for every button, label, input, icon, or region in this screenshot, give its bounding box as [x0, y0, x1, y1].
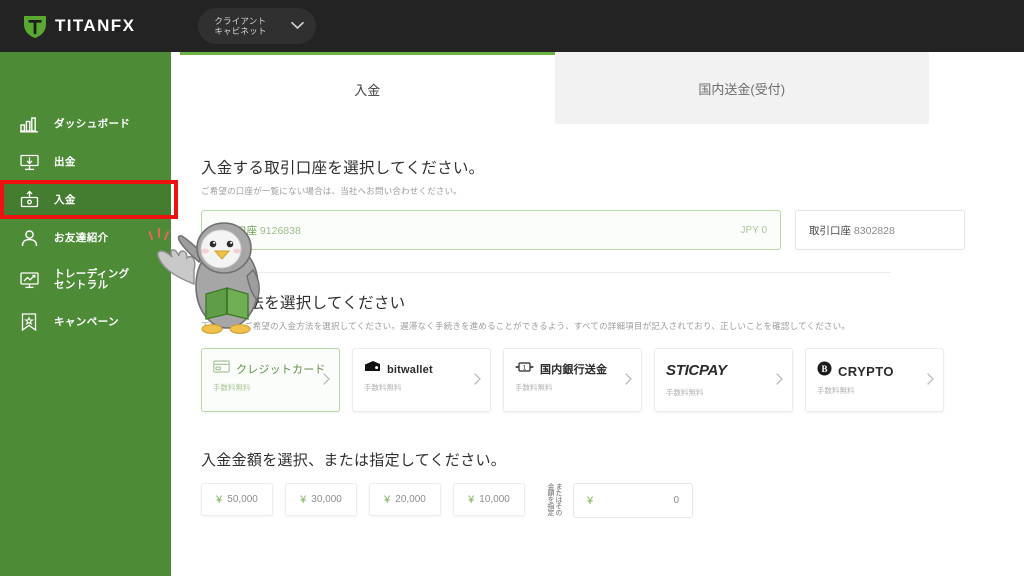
- chevron-right-icon: [927, 373, 934, 388]
- payment-method-name: クレジットカード: [236, 364, 326, 376]
- account-section-title: 入金する取引口座を選択してください。: [201, 160, 485, 177]
- account-card-9126838[interactable]: 取引口座 9126838 JPY 0: [201, 210, 781, 250]
- account-card-row: 取引口座 9126838 JPY 0 取引口座 8302828: [201, 210, 1024, 250]
- sidebar-nav: ダッシュボード 出金 入金 お友達紹介 トレーディング セントラル キャンペーン: [0, 52, 171, 576]
- withdraw-monitor-icon: [17, 151, 41, 173]
- amount-preset-10000[interactable]: ¥ 10,000: [453, 483, 525, 516]
- payment-method-name: bitwallet: [387, 363, 433, 376]
- payment-method-fee: 手数料無料: [666, 388, 704, 397]
- payment-method-credit-card[interactable]: クレジットカード 手数料無料: [201, 348, 340, 412]
- amount-preset-50000[interactable]: ¥ 50,000: [201, 483, 273, 516]
- account-card-8302828[interactable]: 取引口座 8302828: [795, 210, 965, 250]
- bank-transfer-icon: 1: [515, 360, 534, 378]
- amount-preset-label: 10,000: [479, 494, 510, 505]
- chevron-right-icon: [323, 373, 330, 388]
- sidebar-item-campaign[interactable]: キャンペーン: [0, 303, 171, 341]
- top-header: TITANFX クライアント キャビネット: [0, 0, 1024, 52]
- yen-symbol: ¥: [587, 494, 594, 507]
- amount-section: 入金金額を選択、または指定してください。 ¥ 50,000 ¥ 30,000 ¥…: [171, 449, 1024, 519]
- amount-or-label: またはその金額を指定: [547, 483, 562, 516]
- account-section-subtitle: ご希望の口座が一覧にない場合は、当社へお問い合わせください。: [201, 186, 463, 196]
- sidebar-item-label: キャンペーン: [54, 315, 119, 328]
- payment-method-bitwallet[interactable]: bitwallet 手数料無料: [352, 348, 491, 412]
- sidebar-item-label: トレーディング セントラル: [54, 268, 130, 291]
- titan-shield-logo-icon: [22, 13, 48, 39]
- amount-preset-label: 20,000: [395, 494, 426, 505]
- client-cabinet-dropdown[interactable]: クライアント キャビネット: [198, 8, 317, 44]
- amount-row: ¥ 50,000 ¥ 30,000 ¥ 20,000 ¥ 10,000 またはそ…: [201, 483, 1024, 519]
- deposit-box-icon: [17, 189, 41, 211]
- sidebar-item-label: 出金: [54, 155, 76, 168]
- amount-preset-label: 50,000: [227, 494, 258, 505]
- sidebar-item-label: ダッシュボード: [54, 117, 131, 130]
- yen-symbol: ¥: [300, 493, 307, 506]
- payment-method-name: STICPAY: [666, 362, 727, 379]
- method-section: 入金方法を選択してください 下記より、ご希望の入金方法を選択してください。遅滞な…: [171, 291, 1024, 412]
- method-section-subtitle: 下記より、ご希望の入金方法を選択してください。遅滞なく手続きを進めることができる…: [201, 321, 851, 331]
- trading-monitor-icon: [17, 269, 41, 291]
- payment-method-name: 国内銀行送金: [540, 364, 608, 376]
- custom-amount-value: 0: [673, 495, 679, 506]
- bookmark-star-icon: [17, 311, 41, 333]
- payment-method-row: クレジットカード 手数料無料 bitwallet 手数料無料 1 国内銀行送金 …: [201, 348, 1024, 412]
- yen-symbol: ¥: [384, 493, 391, 506]
- bitcoin-icon: B: [817, 361, 832, 381]
- chevron-down-icon: [291, 17, 305, 35]
- payment-method-fee: 手数料無料: [213, 383, 251, 392]
- payment-method-name: CRYPTO: [838, 363, 894, 379]
- click-sparkle-icon: [148, 226, 172, 251]
- payment-method-fee: 手数料無料: [817, 386, 855, 395]
- payment-method-fee: 手数料無料: [364, 383, 402, 392]
- brand-logo[interactable]: TITANFX: [22, 13, 135, 39]
- payment-method-bank-transfer[interactable]: 1 国内銀行送金 手数料無料: [503, 348, 642, 412]
- custom-amount-input[interactable]: ¥ 0: [573, 483, 693, 518]
- deposit-tabs: 入金 国内送金(受付): [180, 52, 929, 124]
- amount-section-title: 入金金額を選択、または指定してください。: [201, 452, 507, 469]
- tab-domestic-transfer[interactable]: 国内送金(受付): [554, 52, 929, 124]
- svg-text:1: 1: [523, 365, 527, 371]
- yen-symbol: ¥: [216, 493, 223, 506]
- account-balance: JPY 0: [740, 224, 768, 236]
- sidebar-item-dashboard[interactable]: ダッシュボード: [0, 105, 171, 143]
- amount-preset-30000[interactable]: ¥ 30,000: [285, 483, 357, 516]
- brand-name: TITANFX: [55, 16, 136, 35]
- amount-preset-20000[interactable]: ¥ 20,000: [369, 483, 441, 516]
- sidebar-item-deposit[interactable]: 入金: [0, 181, 171, 219]
- client-cabinet-label: クライアント キャビネット: [214, 16, 267, 36]
- account-card-label: 取引口座 8302828: [809, 224, 895, 237]
- payment-method-sticpay[interactable]: STICPAY 手数料無料: [654, 348, 793, 412]
- svg-text:B: B: [821, 364, 827, 374]
- chevron-right-icon: [474, 373, 481, 388]
- method-section-title: 入金方法を選択してください: [201, 295, 406, 312]
- app-screen: TITANFX クライアント キャビネット ダッシュボード 出金 入金 お友達紹…: [0, 0, 1024, 576]
- sidebar-item-label: お友達紹介: [54, 231, 109, 244]
- tab-label: 国内送金(受付): [698, 81, 786, 97]
- person-icon: [17, 227, 41, 249]
- sidebar-item-trading-central[interactable]: トレーディング セントラル: [0, 257, 171, 303]
- tab-label: 入金: [354, 83, 381, 98]
- tab-deposit[interactable]: 入金: [180, 52, 555, 124]
- bitwallet-icon: [364, 360, 381, 379]
- account-section: 入金する取引口座を選択してください。 ご希望の口座が一覧にない場合は、当社へお問…: [171, 156, 1024, 250]
- section-divider: [201, 272, 891, 273]
- sidebar-item-referral[interactable]: お友達紹介: [0, 219, 171, 257]
- sidebar-item-label: 入金: [54, 193, 76, 206]
- bar-chart-icon: [17, 113, 41, 135]
- payment-method-fee: 手数料無料: [515, 383, 553, 392]
- chevron-right-icon: [625, 373, 632, 388]
- chevron-right-icon: [776, 373, 783, 388]
- yen-symbol: ¥: [468, 493, 475, 506]
- main-content: 入金 国内送金(受付) 入金する取引口座を選択してください。 ご希望の口座が一覧…: [171, 52, 1024, 576]
- sidebar-item-withdraw[interactable]: 出金: [0, 143, 171, 181]
- credit-card-icon: [213, 360, 230, 378]
- payment-method-crypto[interactable]: B CRYPTO 手数料無料: [805, 348, 944, 412]
- amount-preset-label: 30,000: [311, 494, 342, 505]
